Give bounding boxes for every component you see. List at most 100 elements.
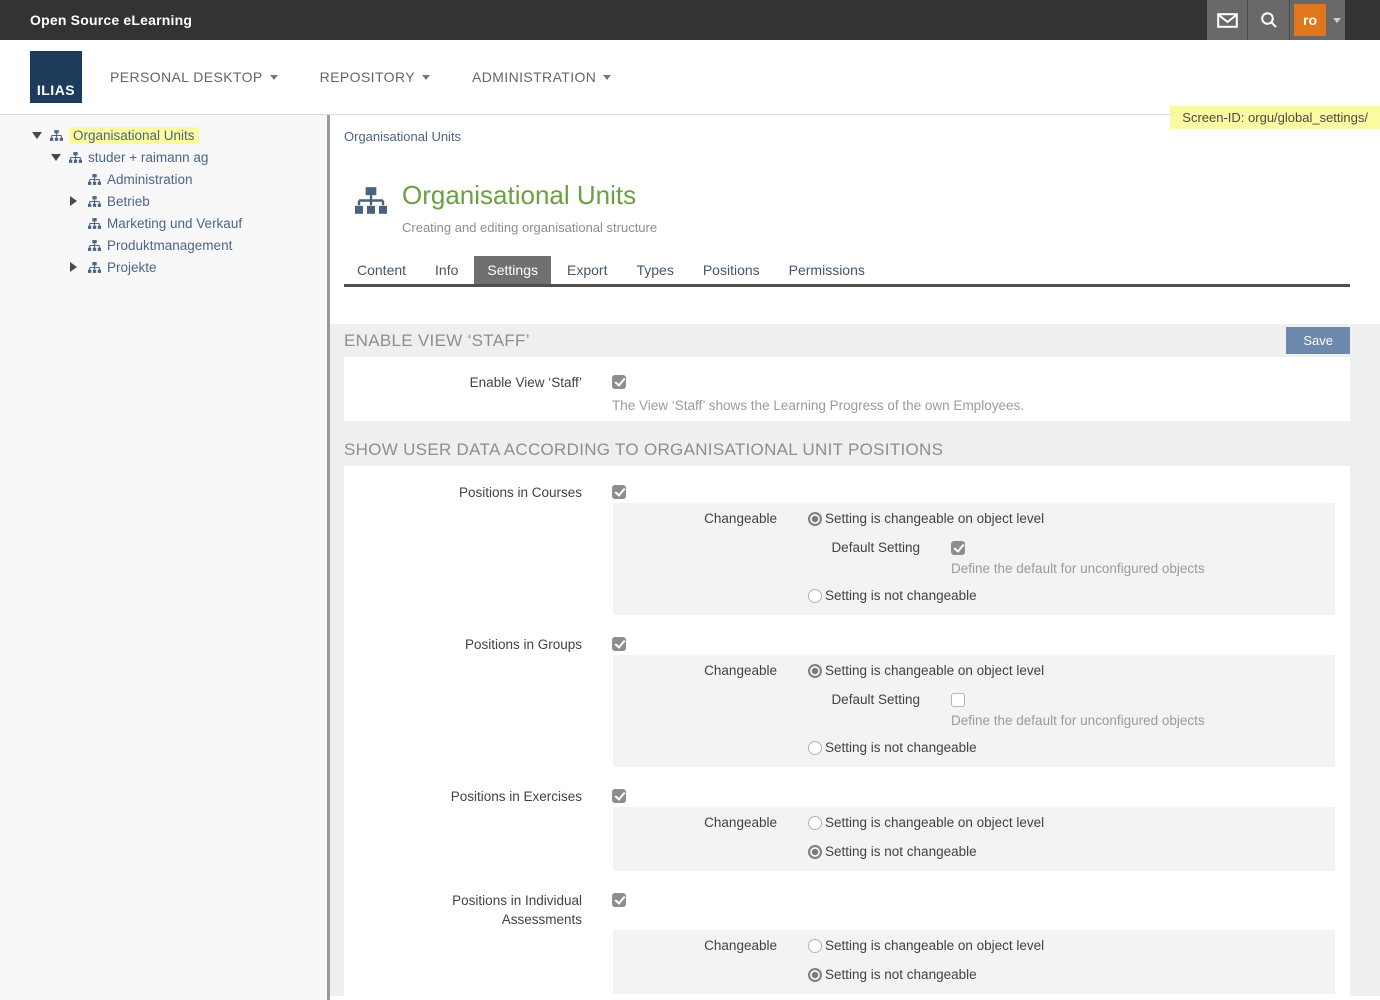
radio-changeable-label[interactable]: Setting is changeable on object level xyxy=(825,663,1044,678)
nav-item-administration[interactable]: ADMINISTRATION xyxy=(472,69,611,85)
nav-item-label: ADMINISTRATION xyxy=(472,69,596,85)
radio-changeable[interactable] xyxy=(808,939,822,953)
default-setting-label: Default Setting xyxy=(613,540,920,555)
changeable-label: Changeable xyxy=(613,663,777,678)
tree-row-projekte: Projekte xyxy=(0,256,327,278)
enable-staff-checkbox[interactable] xyxy=(612,375,626,389)
tree-node-label[interactable]: Produktmanagement xyxy=(107,238,232,253)
position-row-positions-in-individual-assessments: Positions in Individual AssessmentsChang… xyxy=(344,891,1350,994)
tree-row-administration: Administration xyxy=(0,168,327,190)
position-checkbox[interactable] xyxy=(612,485,626,499)
radio-changeable[interactable] xyxy=(808,664,822,678)
tree-row-studer-raimann-ag: studer + raimann ag xyxy=(0,146,327,168)
nav-item-label: REPOSITORY xyxy=(320,69,415,85)
changeable-subpanel: Changeable Setting is changeable on objec… xyxy=(613,807,1335,871)
tree-row-produktmanagement: Produktmanagement xyxy=(0,234,327,256)
section-title: SHOW USER DATA ACCORDING TO ORGANISATION… xyxy=(344,440,943,460)
tab-settings[interactable]: Settings xyxy=(474,256,551,284)
org-tree: Organisational Units studer + raimann ag A… xyxy=(0,124,327,278)
tree-row-betrieb: Betrieb xyxy=(0,190,327,212)
default-setting-checkbox[interactable] xyxy=(951,541,965,555)
tree-node-label[interactable]: Marketing und Verkauf xyxy=(107,216,242,231)
user-menu[interactable]: ro xyxy=(1289,0,1345,40)
changeable-subpanel: ChangeableSetting is changeable on objec… xyxy=(613,503,1335,615)
expander-right-icon[interactable] xyxy=(70,262,88,272)
positions-panel: Positions in CoursesChangeableSetting is… xyxy=(344,466,1350,996)
org-unit-icon xyxy=(88,262,105,273)
tab-permissions[interactable]: Permissions xyxy=(776,256,878,284)
radio-changeable[interactable] xyxy=(808,816,822,830)
default-setting-checkbox[interactable] xyxy=(951,693,965,707)
org-units-icon xyxy=(355,187,387,235)
radio-not-changeable-label[interactable]: Setting is not changeable xyxy=(825,740,977,755)
page: { "topbar": { "title": "Open Source eLea… xyxy=(0,0,1380,1000)
tab-content[interactable]: Content xyxy=(344,256,419,284)
app-title: Open Source eLearning xyxy=(30,12,192,28)
page-subtitle: Creating and editing organisational stru… xyxy=(402,220,657,235)
search-button[interactable] xyxy=(1247,0,1289,40)
radio-not-changeable[interactable] xyxy=(808,589,822,603)
main-nav: PERSONAL DESKTOP REPOSITORY ADMINISTRATION xyxy=(110,69,611,85)
chevron-down-icon xyxy=(603,75,611,80)
layout: Organisational Units studer + raimann ag A… xyxy=(0,115,1380,1000)
radio-not-changeable-label[interactable]: Setting is not changeable xyxy=(825,967,977,982)
org-unit-icon xyxy=(88,174,105,185)
nav-item-personal-desktop[interactable]: PERSONAL DESKTOP xyxy=(110,69,278,85)
changeable-subpanel: Changeable Setting is changeable on objec… xyxy=(613,930,1335,994)
org-unit-icon xyxy=(69,152,86,163)
expander-down-icon[interactable] xyxy=(32,132,50,139)
ilias-logo[interactable]: ILIAS xyxy=(30,51,82,103)
screen-id-badge: Screen-ID: orgu/global_settings/ xyxy=(1170,106,1380,129)
nav-item-label: PERSONAL DESKTOP xyxy=(110,69,263,85)
tab-positions[interactable]: Positions xyxy=(690,256,773,284)
position-row-positions-in-groups: Positions in GroupsChangeableSetting is … xyxy=(344,635,1350,767)
header: ILIAS PERSONAL DESKTOP REPOSITORY ADMINIST… xyxy=(0,40,1380,115)
changeable-subpanel: Changeable Setting is changeable on objec… xyxy=(613,655,1335,767)
tree-sidebar: Organisational Units studer + raimann ag A… xyxy=(0,115,327,1000)
tree-node-label[interactable]: studer + raimann ag xyxy=(88,150,208,165)
save-button-top[interactable]: Save xyxy=(1286,327,1350,354)
org-unit-icon xyxy=(88,196,105,207)
tree-node-label[interactable]: Administration xyxy=(107,172,193,187)
field-label: Positions in Exercises xyxy=(451,787,582,806)
radio-not-changeable-label[interactable]: Setting is not changeable xyxy=(825,588,977,603)
enable-staff-panel: Enable View ‘Staff’ The View ‘Staff’ sho… xyxy=(344,357,1350,421)
position-checkbox[interactable] xyxy=(612,893,626,907)
chevron-down-icon[interactable] xyxy=(1333,18,1341,23)
radio-not-changeable-label[interactable]: Setting is not changeable xyxy=(825,844,977,859)
mail-button[interactable] xyxy=(1207,0,1247,40)
topbar: Open Source eLearning ro xyxy=(0,0,1380,40)
field-label-enable-staff: Enable View ‘Staff’ xyxy=(470,373,582,413)
position-checkbox[interactable] xyxy=(612,789,626,803)
avatar[interactable]: ro xyxy=(1294,4,1326,36)
position-row-positions-in-exercises: Positions in Exercises Changeable Setting … xyxy=(344,787,1350,871)
default-setting-description: Define the default for unconfigured obje… xyxy=(613,713,1335,728)
settings-form: ENABLE VIEW ‘STAFF’ Save Enable View ‘St… xyxy=(330,324,1380,996)
radio-not-changeable[interactable] xyxy=(808,741,822,755)
tab-info[interactable]: Info xyxy=(422,256,471,284)
breadcrumb[interactable]: Organisational Units xyxy=(344,129,1380,144)
chevron-down-icon xyxy=(422,75,430,80)
position-checkbox[interactable] xyxy=(612,637,626,651)
radio-changeable-label[interactable]: Setting is changeable on object level xyxy=(825,815,1044,830)
section-positions-header: SHOW USER DATA ACCORDING TO ORGANISATION… xyxy=(344,433,1350,466)
radio-changeable[interactable] xyxy=(808,512,822,526)
changeable-label: Changeable xyxy=(613,938,777,953)
radio-not-changeable[interactable] xyxy=(808,968,822,982)
position-row-positions-in-courses: Positions in CoursesChangeableSetting is… xyxy=(344,483,1350,615)
tree-node-label[interactable]: Projekte xyxy=(107,260,157,275)
expander-right-icon[interactable] xyxy=(70,196,88,206)
radio-changeable-label[interactable]: Setting is changeable on object level xyxy=(825,938,1044,953)
tree-node-label[interactable]: Betrieb xyxy=(107,194,150,209)
tab-types[interactable]: Types xyxy=(623,256,686,284)
changeable-label: Changeable xyxy=(613,815,777,830)
org-unit-icon xyxy=(88,218,105,229)
radio-changeable-label[interactable]: Setting is changeable on object level xyxy=(825,511,1044,526)
tree-row-marketing-und-verkauf: Marketing und Verkauf xyxy=(0,212,327,234)
section-title: ENABLE VIEW ‘STAFF’ xyxy=(344,331,530,351)
tree-node-label[interactable]: Organisational Units xyxy=(69,127,199,144)
radio-not-changeable[interactable] xyxy=(808,845,822,859)
expander-down-icon[interactable] xyxy=(51,154,69,161)
tab-export[interactable]: Export xyxy=(554,256,620,284)
nav-item-repository[interactable]: REPOSITORY xyxy=(320,69,430,85)
